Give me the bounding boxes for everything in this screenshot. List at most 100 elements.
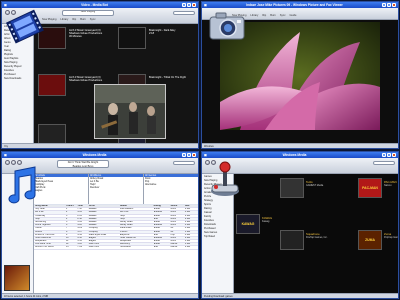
table-cell: Parachutes <box>119 227 132 230</box>
artist-list[interactable]: All Artists Beatles Black Eyed Peas Coldpla… <box>34 174 88 204</box>
table-cell: ★★★ <box>153 214 160 217</box>
table-cell: Dance <box>170 246 178 249</box>
sidebar-item[interactable]: New Downloads <box>2 76 33 80</box>
table-cell: ★★ <box>153 217 158 220</box>
tab-item[interactable]: Burn <box>270 14 275 18</box>
tab-item[interactable]: Sync <box>280 14 286 18</box>
table-cell: 2 MB <box>184 214 191 217</box>
column-header[interactable]: Album <box>119 205 153 207</box>
tab-item[interactable]: Sync <box>90 18 96 22</box>
maximize-button[interactable] <box>387 153 391 157</box>
game-cover[interactable]: KAWAG <box>236 214 260 234</box>
table-cell: 5 MB <box>184 230 191 233</box>
table-cell: 2 MB <box>184 217 191 220</box>
table-cell: Rock <box>170 236 176 239</box>
tab-item[interactable]: Guide <box>290 14 297 18</box>
status-bar: Pending Download: games <box>202 293 398 298</box>
table-body: Hey Jude 1 7:11 Beatles Past Masters ★★★ Rock 6… <box>34 208 198 250</box>
now-playing-display: Now Playing <box>62 10 114 16</box>
maximize-button[interactable] <box>387 3 391 7</box>
tab-item[interactable]: Library <box>250 14 258 18</box>
maximize-button[interactable] <box>187 153 191 157</box>
close-button[interactable] <box>392 153 396 157</box>
column-header[interactable]: Track # <box>65 205 76 207</box>
table-cell: 6 MB <box>184 208 191 211</box>
video-thumbnail[interactable] <box>118 27 146 49</box>
table-cell: 7 <box>66 227 68 230</box>
table-row[interactable]: Around The World 13 7:09 Daft Punk Homework ★… <box>34 246 198 250</box>
tab-item[interactable]: Library <box>60 18 68 22</box>
games-grid: Tetris GAMEST Media PAC-MAN PAC-MAN Namco KAW… <box>234 174 398 293</box>
list-item[interactable]: Revolver <box>89 186 143 189</box>
game-cover[interactable]: PAC-MAN <box>358 178 382 198</box>
tab-item[interactable]: Rip <box>72 18 76 22</box>
concert-video-frame <box>95 85 165 138</box>
game-publisher: GAMEST Media <box>306 184 324 187</box>
table-cell: Coldplay <box>88 230 98 233</box>
table-cell: Daft Punk <box>88 246 99 249</box>
column-header[interactable]: Size <box>184 205 198 207</box>
list-item[interactable]: Alternative <box>144 183 198 186</box>
table-cell: ★★★★ <box>153 211 162 214</box>
table-cell: Eagles <box>88 236 96 239</box>
genre-list[interactable]: All Genres Rock Pop Alternative <box>144 174 198 204</box>
table-cell: 2 <box>66 211 68 214</box>
table-cell: Help! <box>119 214 126 217</box>
tab-item[interactable]: Burn <box>80 18 85 22</box>
close-button[interactable] <box>192 3 196 7</box>
table-cell: 5:20 <box>77 243 82 246</box>
table-cell: Something <box>35 220 46 223</box>
game-logo: ZUMA <box>365 238 375 242</box>
column-header[interactable]: Genre <box>170 205 184 207</box>
table-cell: Dance <box>170 243 178 246</box>
nav-tabs: Now Playing Library Rip Burn Sync <box>42 18 96 22</box>
maximize-button[interactable] <box>187 3 191 7</box>
table-cell: 4 MB <box>184 211 191 214</box>
list-item[interactable]: Eagles <box>34 189 88 192</box>
table-cell: 6 MB <box>184 246 191 249</box>
column-header[interactable]: Artist <box>88 205 119 207</box>
table-cell: Elephunk <box>119 233 130 236</box>
table-cell: 5 MB <box>184 243 191 246</box>
table-cell: 11 <box>66 240 69 243</box>
game-cover[interactable] <box>280 230 304 250</box>
tab-item[interactable]: Now Playing <box>42 18 56 22</box>
game-publisher: FireTap Games, Inc. <box>306 236 328 239</box>
table-cell: Black Eyed Peas <box>88 233 107 236</box>
browser-panes: All Artists Beatles Black Eyed Peas Coldpla… <box>34 174 198 204</box>
game-publisher: PopCap Games <box>384 236 398 239</box>
video-preview-popup[interactable] <box>94 84 166 139</box>
minimize-button[interactable] <box>182 3 186 7</box>
table-cell: Yellow <box>35 227 42 230</box>
window-title: Video - Media Bot <box>81 3 108 7</box>
video-label: Arch if Music Graveyard (3) Shadows Gilv… <box>69 76 103 82</box>
table-cell: 4:29 <box>77 227 82 230</box>
video-thumbnail[interactable] <box>38 74 66 96</box>
table-cell: Desperado <box>119 240 132 243</box>
search-input[interactable] <box>173 161 195 165</box>
game-cover[interactable]: ZUMA <box>358 230 382 250</box>
music-note-icon <box>8 166 36 204</box>
minimize-button[interactable] <box>182 153 186 157</box>
minimize-button[interactable] <box>382 153 386 157</box>
table-cell: Alt <box>170 230 174 233</box>
minimize-button[interactable] <box>382 3 386 7</box>
column-header[interactable]: Time <box>76 205 87 207</box>
game-publisher: Kawag <box>262 220 270 223</box>
table-cell: Beatles <box>88 211 97 214</box>
table-cell: Rock <box>170 217 176 220</box>
table-cell: Eagles <box>88 240 96 243</box>
close-button[interactable] <box>192 153 196 157</box>
close-button[interactable] <box>392 3 396 7</box>
search-input[interactable] <box>173 11 195 15</box>
sidebar-item[interactable]: Top Rated <box>202 234 233 238</box>
album-list[interactable]: All Albums Abbey Road Let It Be Help! Revolv… <box>89 174 143 204</box>
table-cell: Clocks <box>35 230 42 233</box>
tab-item[interactable]: Rip <box>262 14 266 18</box>
search-input[interactable] <box>373 161 395 165</box>
table-cell: ★★★ <box>153 208 160 211</box>
table-cell: Around The World <box>35 246 54 249</box>
game-cover[interactable] <box>280 178 304 198</box>
video-thumbnail[interactable] <box>38 124 66 143</box>
column-header[interactable]: Rating <box>153 205 170 207</box>
